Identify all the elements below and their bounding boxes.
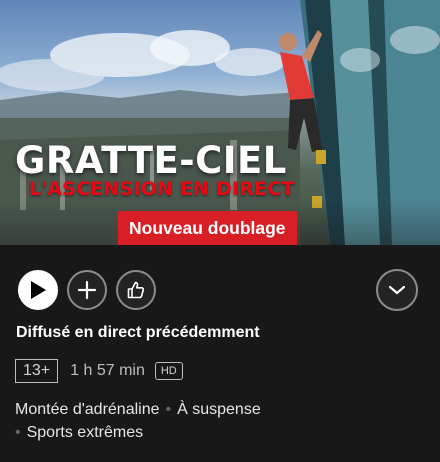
title-preview-card: GRATTE-CIEL L'ASCENSION EN DIRECT Nouvea… (0, 0, 440, 462)
hd-badge: HD (154, 362, 183, 380)
live-status-label: Diffusé en direct précédemment (16, 324, 260, 341)
play-icon (31, 281, 46, 299)
genre-tag: Montée d'adrénaline (15, 401, 160, 418)
plus-icon (77, 280, 97, 300)
title-metadata: 13+ 1 h 57 min HD (15, 359, 183, 383)
genre-tag: Sports extrêmes (26, 424, 144, 441)
maturity-rating: 13+ (15, 359, 59, 383)
new-dub-badge: Nouveau doublage (118, 211, 297, 245)
hero-title: GRATTE-CIEL (15, 139, 287, 182)
hero-subtitle: L'ASCENSION EN DIRECT (29, 178, 295, 200)
hero-artwork[interactable]: GRATTE-CIEL L'ASCENSION EN DIRECT Nouvea… (0, 0, 440, 245)
genre-tag: À suspense (177, 401, 261, 418)
thumbs-up-icon (127, 281, 145, 299)
more-info-button[interactable] (376, 269, 418, 311)
genre-tags: Montée d'adrénaline • À suspense • Sports e… (15, 398, 315, 444)
play-button[interactable] (18, 270, 58, 310)
tag-separator: • (15, 424, 21, 441)
hero-illustration (0, 0, 440, 245)
chevron-down-icon (388, 285, 406, 295)
add-to-list-button[interactable] (67, 270, 107, 310)
tag-separator: • (165, 401, 172, 418)
duration: 1 h 57 min (70, 362, 145, 379)
like-button[interactable] (116, 270, 156, 310)
